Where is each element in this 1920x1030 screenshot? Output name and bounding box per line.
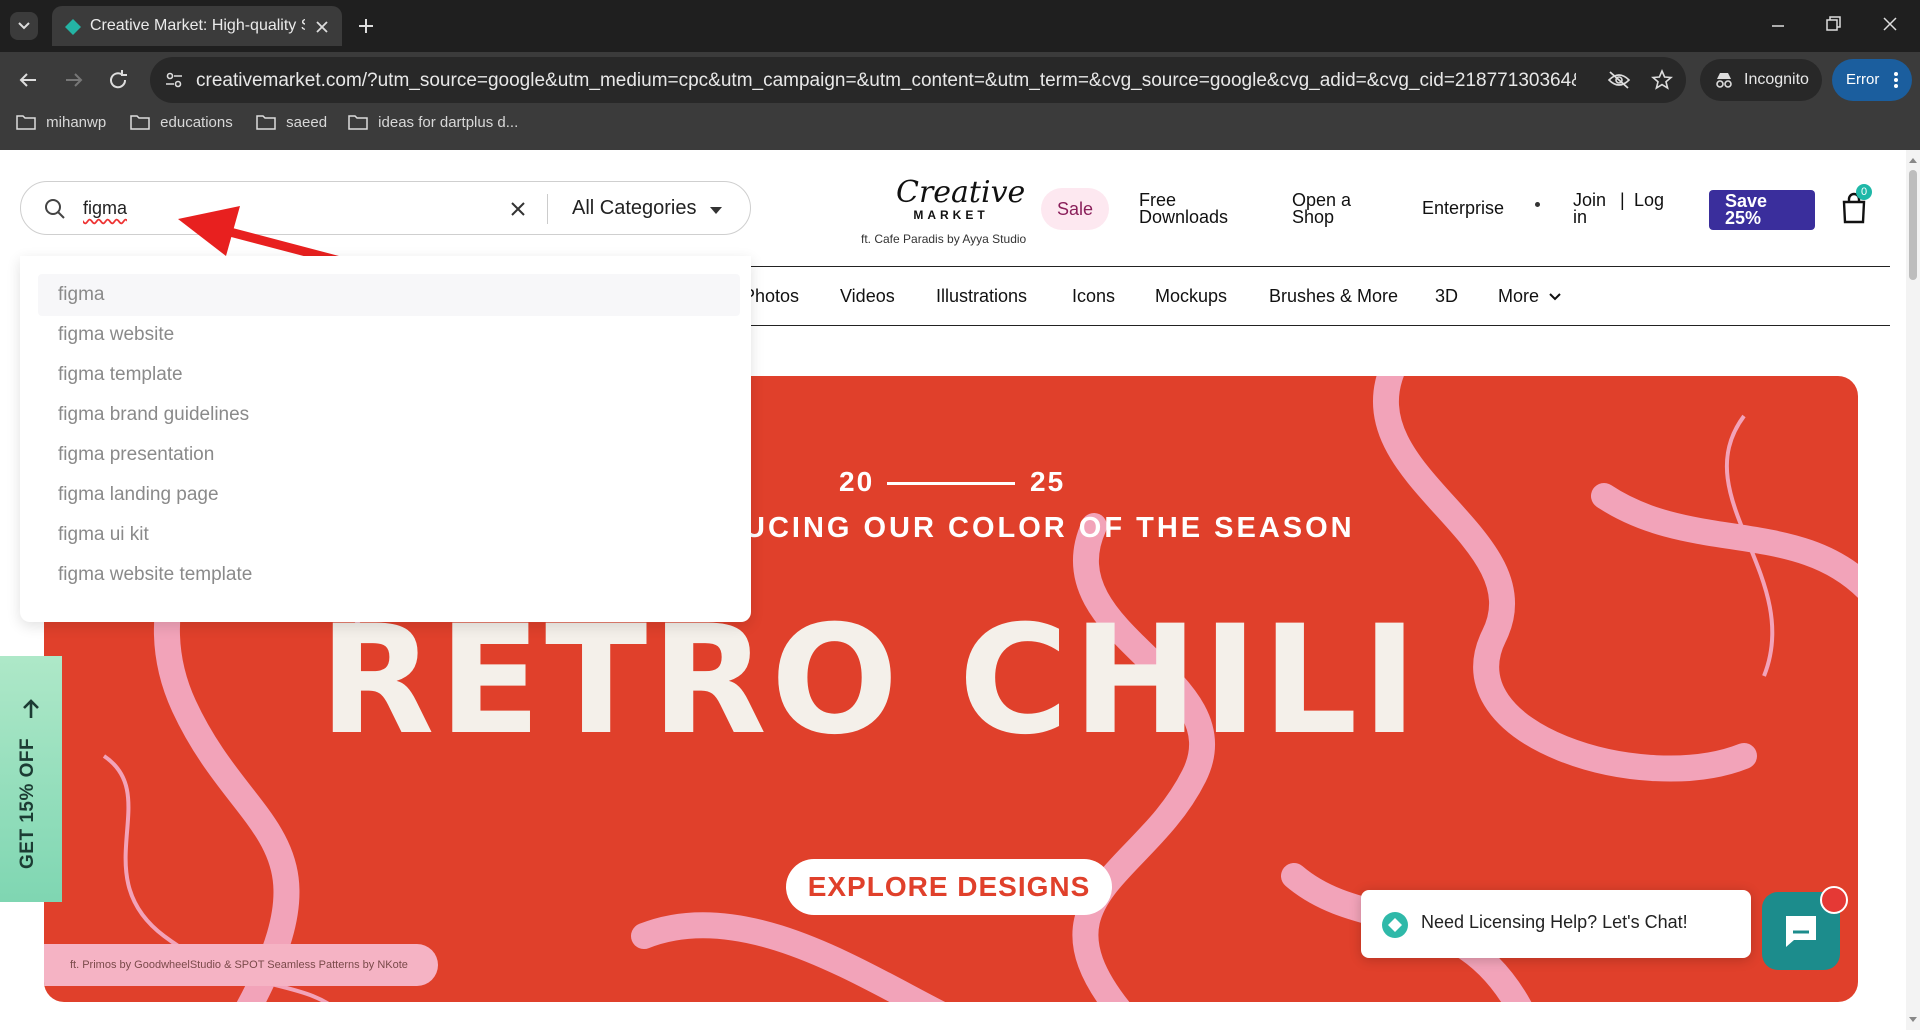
suggestion-highlight: [38, 274, 740, 316]
suggestion-item[interactable]: figma brand guidelines: [58, 404, 249, 426]
suggestion-item[interactable]: figma website template: [58, 564, 252, 586]
suggestion-item[interactable]: figma template: [58, 364, 183, 386]
suggestion-item[interactable]: figma presentation: [58, 444, 214, 466]
suggestion-item[interactable]: figma website: [58, 324, 174, 346]
search-suggestions-dropdown: figma figma website figma template figma…: [20, 256, 751, 622]
suggestion-item[interactable]: figma landing page: [58, 484, 219, 506]
suggestion-item[interactable]: figma: [58, 284, 104, 306]
suggestion-item[interactable]: figma ui kit: [58, 524, 149, 546]
